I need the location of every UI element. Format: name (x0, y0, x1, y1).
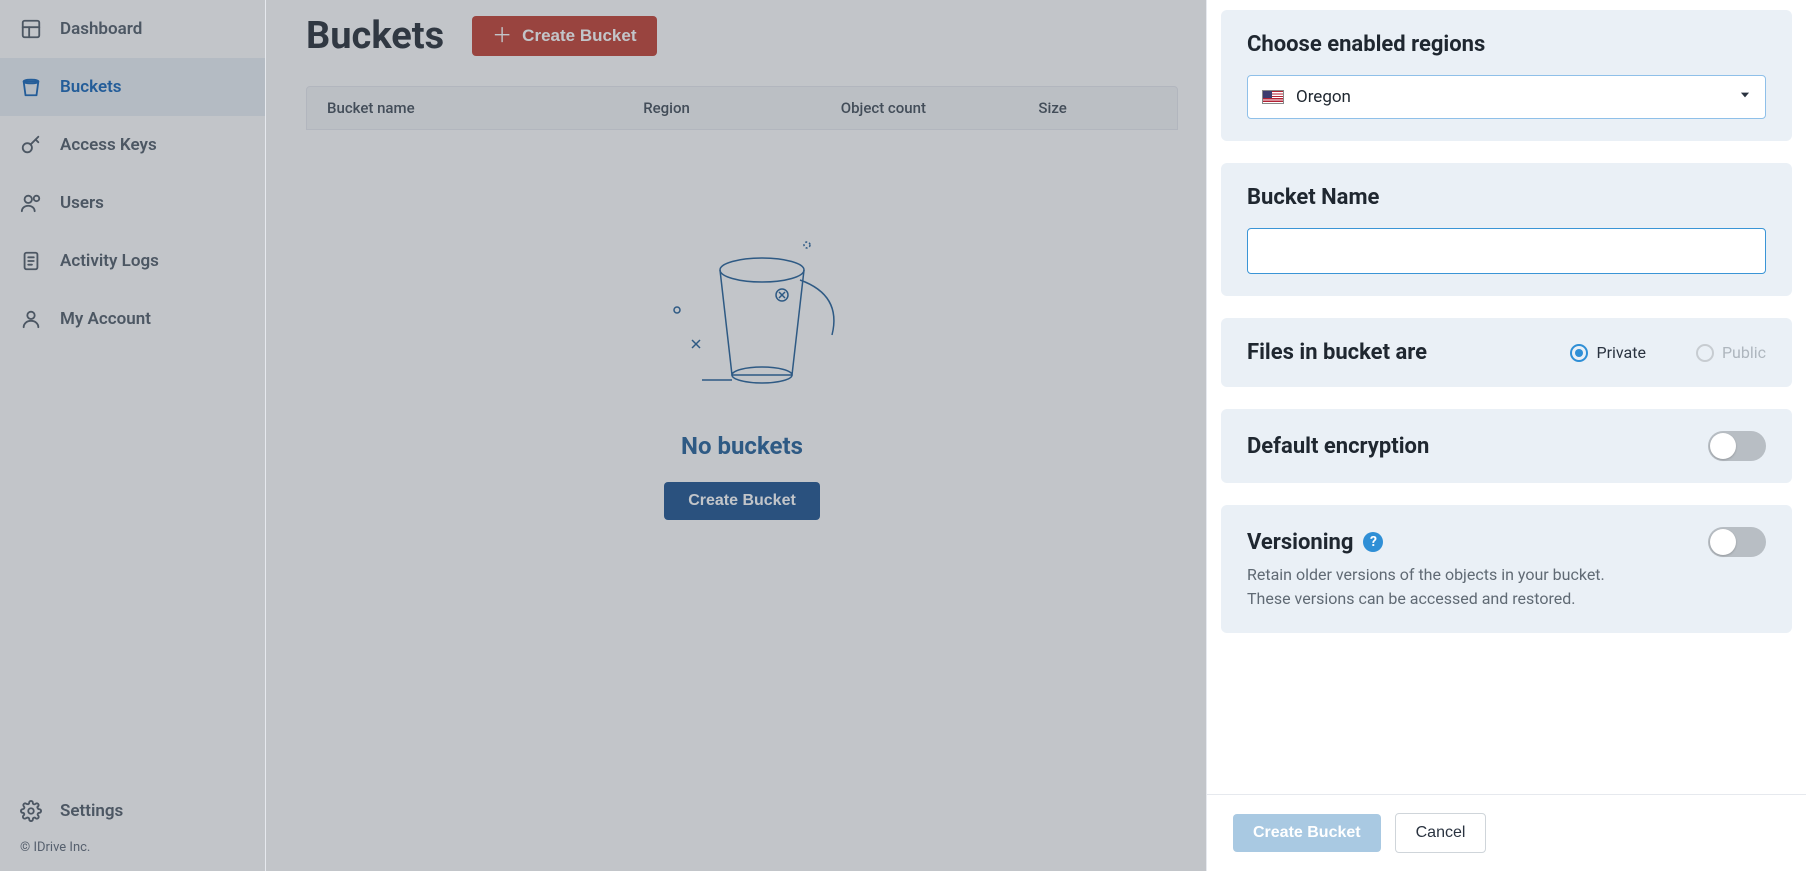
region-selected-value: Oregon (1296, 87, 1351, 107)
bucket-name-input[interactable] (1247, 228, 1766, 274)
main-content: Buckets ＋ Create Bucket Bucket name Regi… (266, 0, 1206, 871)
radio-dot-icon (1570, 344, 1588, 362)
bucket-name-title: Bucket Name (1247, 185, 1766, 210)
region-card: Choose enabled regions Oregon (1221, 10, 1792, 141)
sidebar-overlay (0, 0, 265, 871)
encryption-title: Default encryption (1247, 434, 1429, 459)
versioning-card: Versioning ? Retain older versions of th… (1221, 505, 1792, 633)
us-flag-icon (1262, 90, 1284, 104)
versioning-toggle[interactable] (1708, 527, 1766, 557)
visibility-private-label: Private (1596, 343, 1645, 362)
versioning-desc-line2: These versions can be accessed and resto… (1247, 587, 1766, 611)
help-icon[interactable]: ? (1363, 532, 1383, 552)
panel-create-bucket-button[interactable]: Create Bucket (1233, 814, 1381, 852)
versioning-desc-line1: Retain older versions of the objects in … (1247, 563, 1766, 587)
panel-cancel-button[interactable]: Cancel (1395, 813, 1487, 853)
panel-body: Choose enabled regions Oregon Bucket Nam… (1207, 0, 1806, 794)
region-select[interactable]: Oregon (1247, 75, 1766, 119)
panel-footer: Create Bucket Cancel (1207, 794, 1806, 871)
visibility-public-label: Public (1722, 343, 1766, 362)
visibility-public-radio[interactable]: Public (1696, 343, 1766, 362)
region-title: Choose enabled regions (1247, 32, 1766, 57)
visibility-private-radio[interactable]: Private (1570, 343, 1645, 362)
visibility-radio-group: Private Public (1570, 343, 1766, 362)
radio-dot-icon (1696, 344, 1714, 362)
create-bucket-panel: Choose enabled regions Oregon Bucket Nam… (1206, 0, 1806, 871)
main-overlay (266, 0, 1206, 871)
visibility-title: Files in bucket are (1247, 340, 1427, 365)
bucket-name-card: Bucket Name (1221, 163, 1792, 296)
visibility-card: Files in bucket are Private Public (1221, 318, 1792, 387)
chevron-down-icon (1738, 87, 1752, 107)
encryption-card: Default encryption (1221, 409, 1792, 483)
encryption-toggle[interactable] (1708, 431, 1766, 461)
versioning-title: Versioning (1247, 530, 1353, 555)
sidebar: Dashboard Buckets Access Keys Users Acti… (0, 0, 266, 871)
